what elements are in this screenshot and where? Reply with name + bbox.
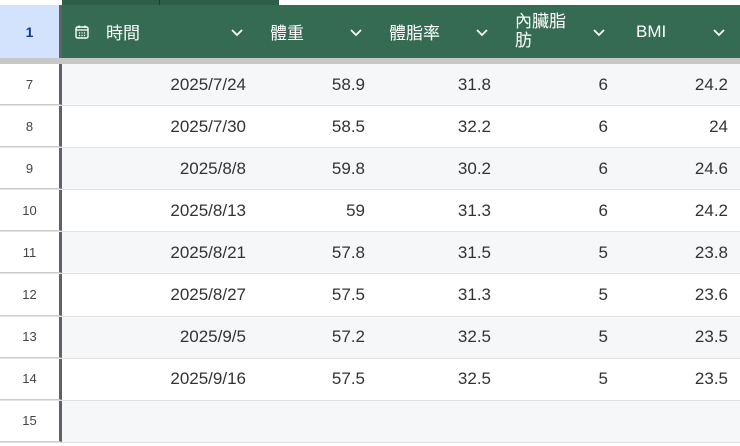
- table-cell[interactable]: 58.9: [258, 64, 377, 106]
- table-cell[interactable]: 24.2: [620, 64, 740, 106]
- row-number[interactable]: 14: [0, 358, 62, 400]
- table-cell[interactable]: 24.2: [620, 190, 740, 231]
- table-row: 7 2025/7/24 58.9 31.8 6 24.2: [0, 64, 740, 107]
- table-cell[interactable]: 58.5: [258, 106, 377, 147]
- table-cell[interactable]: 2025/7/30: [62, 106, 258, 147]
- table-body: 7 2025/7/24 58.9 31.8 6 24.2 8 2025/7/30 58.5 32.…: [0, 64, 740, 443]
- table-cell[interactable]: 57.8: [258, 232, 377, 274]
- column-label: 體重: [270, 24, 304, 43]
- table-row: 14 2025/9/16 57.5 32.5 5 23.5: [0, 358, 740, 401]
- table-cell[interactable]: [620, 400, 740, 442]
- table-cell[interactable]: 30.2: [377, 148, 503, 190]
- column-label: 體脂率: [389, 24, 440, 43]
- row-number[interactable]: 10: [0, 190, 62, 232]
- column-header-bmi[interactable]: BMI: [620, 5, 740, 58]
- table-cell[interactable]: 23.6: [620, 274, 740, 315]
- column-header-weight[interactable]: 體重: [258, 5, 377, 58]
- table-header-row: 時間 體重 體脂率 內臟脂肪 BMI: [62, 5, 740, 58]
- table-cell[interactable]: 23.5: [620, 316, 740, 358]
- table-row: 12 2025/8/27 57.5 31.3 5 23.6: [0, 274, 740, 317]
- table-cell[interactable]: 31.5: [377, 232, 503, 274]
- table-cell[interactable]: 5: [503, 232, 620, 274]
- table-cell[interactable]: 6: [503, 148, 620, 190]
- table-cell[interactable]: 59.8: [258, 148, 377, 190]
- table-cell[interactable]: 23.8: [620, 232, 740, 274]
- row-number[interactable]: 9: [0, 148, 62, 190]
- table-cell[interactable]: 2025/9/16: [62, 359, 258, 400]
- column-label: BMI: [636, 21, 667, 41]
- table-cell[interactable]: 5: [503, 359, 620, 400]
- table-cell[interactable]: 2025/9/5: [62, 316, 258, 358]
- table-cell[interactable]: 2025/8/8: [62, 148, 258, 190]
- table-cell[interactable]: 57.2: [258, 316, 377, 358]
- table-row: 13 2025/9/5 57.2 32.5 5 23.5: [0, 316, 740, 359]
- row-number[interactable]: 7: [0, 64, 62, 106]
- column-label: 時間: [106, 24, 140, 43]
- table-cell[interactable]: 23.5: [620, 359, 740, 400]
- table-row: 10 2025/8/13 59 31.3 6 24.2: [0, 190, 740, 233]
- table-cell[interactable]: 24: [620, 106, 740, 147]
- table-cell[interactable]: 31.8: [377, 64, 503, 106]
- table-cell[interactable]: [503, 400, 620, 442]
- chevron-down-icon[interactable]: [230, 25, 244, 39]
- row-number[interactable]: 8: [0, 106, 62, 148]
- row-number[interactable]: 15: [0, 400, 62, 442]
- table-row: 11 2025/8/21 57.8 31.5 5 23.8: [0, 232, 740, 275]
- chevron-down-icon[interactable]: [475, 25, 489, 39]
- chevron-down-icon[interactable]: [349, 25, 363, 39]
- row-number[interactable]: 12: [0, 274, 62, 316]
- table-cell[interactable]: [258, 400, 377, 442]
- chevron-down-icon[interactable]: [592, 25, 606, 39]
- table-cell[interactable]: 2025/8/13: [62, 190, 258, 231]
- table-cell[interactable]: 32.5: [377, 316, 503, 358]
- table-cell[interactable]: 5: [503, 316, 620, 358]
- table-cell[interactable]: 32.5: [377, 359, 503, 400]
- table-cell[interactable]: 5: [503, 274, 620, 315]
- table-cell[interactable]: 57.5: [258, 359, 377, 400]
- table-cell[interactable]: 2025/7/24: [62, 64, 258, 106]
- table-cell[interactable]: [62, 400, 258, 442]
- table-cell[interactable]: 2025/8/27: [62, 274, 258, 315]
- table-cell[interactable]: 32.2: [377, 106, 503, 147]
- column-header-body-fat[interactable]: 體脂率: [377, 5, 503, 58]
- column-header-time[interactable]: 時間: [62, 5, 258, 58]
- table-cell[interactable]: 24.6: [620, 148, 740, 190]
- table-cell[interactable]: 2025/8/21: [62, 232, 258, 274]
- table-cell[interactable]: 31.3: [377, 190, 503, 231]
- table-row: 15: [0, 400, 740, 443]
- table-cell[interactable]: 6: [503, 106, 620, 147]
- table-cell[interactable]: [377, 400, 503, 442]
- table-row: 9 2025/8/8 59.8 30.2 6 24.6: [0, 148, 740, 191]
- calendar-icon: [75, 25, 89, 39]
- column-header-visceral-fat[interactable]: 內臟脂肪: [503, 5, 620, 58]
- row-number[interactable]: 11: [0, 232, 62, 274]
- row-number[interactable]: 13: [0, 316, 62, 358]
- table-row: 8 2025/7/30 58.5 32.2 6 24: [0, 106, 740, 149]
- table-cell[interactable]: 6: [503, 190, 620, 231]
- row-header-1[interactable]: 1: [0, 5, 62, 58]
- table-cell[interactable]: 57.5: [258, 274, 377, 315]
- chevron-down-icon[interactable]: [712, 25, 726, 39]
- table-cell[interactable]: 59: [258, 190, 377, 231]
- column-label: 內臟脂肪: [515, 11, 566, 50]
- table-cell[interactable]: 6: [503, 64, 620, 106]
- table-cell[interactable]: 31.3: [377, 274, 503, 315]
